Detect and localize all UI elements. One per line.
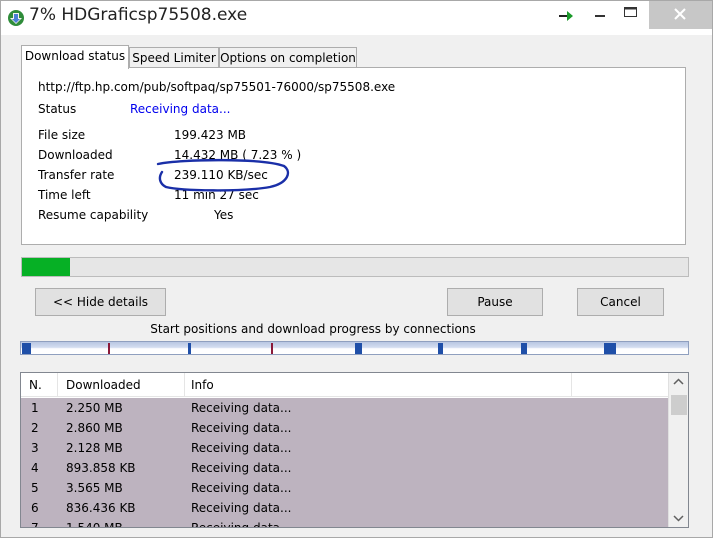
connection-number: 4 xyxy=(31,461,39,475)
maximize-icon xyxy=(624,7,637,17)
tab-options-on-completion[interactable]: Options on completion xyxy=(219,47,357,68)
file-size-value: 199.423 MB xyxy=(174,128,247,142)
cancel-button[interactable]: Cancel xyxy=(577,288,664,316)
connection-marker xyxy=(438,343,443,354)
column-header-n[interactable]: N. xyxy=(29,373,42,397)
connection-number: 6 xyxy=(31,501,39,515)
list-item[interactable]: 7 1.540 MB Receiving data... xyxy=(21,518,668,528)
resume-capability-label: Resume capability xyxy=(38,208,149,222)
connection-number: 2 xyxy=(31,421,39,435)
connection-downloaded: 2.250 MB xyxy=(66,401,123,415)
connection-info: Receiving data... xyxy=(191,501,292,515)
window-title: 7% HDGraficsp75508.exe xyxy=(29,5,248,25)
column-divider[interactable] xyxy=(57,373,58,397)
connection-number: 7 xyxy=(31,521,39,528)
tab-label: Download status xyxy=(24,49,126,63)
progress-fill xyxy=(22,258,70,276)
arrow-button[interactable] xyxy=(553,1,579,29)
connection-marker xyxy=(188,343,191,354)
download-progress-bar xyxy=(21,257,689,277)
column-header-info[interactable]: Info xyxy=(191,373,214,397)
annotation-circle xyxy=(156,158,290,192)
connection-number: 1 xyxy=(31,401,39,415)
scroll-up-icon[interactable] xyxy=(669,373,688,391)
hide-details-button[interactable]: << Hide details xyxy=(35,288,166,316)
tab-download-status[interactable]: Download status xyxy=(21,45,129,69)
connection-number: 3 xyxy=(31,441,39,455)
download-arrow-icon xyxy=(8,10,24,26)
list-header: N. Downloaded Info xyxy=(21,373,668,397)
list-item[interactable]: 3 2.128 MB Receiving data... xyxy=(21,438,668,458)
column-header-downloaded[interactable]: Downloaded xyxy=(66,373,141,397)
connection-info: Receiving data... xyxy=(191,521,292,528)
status-value: Receiving data... xyxy=(130,102,231,116)
minimize-icon xyxy=(595,15,605,17)
list-item[interactable]: 2 2.860 MB Receiving data... xyxy=(21,418,668,438)
downloaded-label: Downloaded xyxy=(38,148,113,162)
connection-info: Receiving data... xyxy=(191,401,292,415)
list-item[interactable]: 1 2.250 MB Receiving data... xyxy=(21,398,668,418)
close-button[interactable] xyxy=(649,1,712,29)
connection-downloaded: 2.128 MB xyxy=(66,441,123,455)
connection-marker xyxy=(271,343,273,354)
connection-downloaded: 2.860 MB xyxy=(66,421,123,435)
list-item[interactable]: 5 3.565 MB Receiving data... xyxy=(21,478,668,498)
time-left-label: Time left xyxy=(38,188,91,202)
close-icon xyxy=(674,8,686,20)
transfer-rate-label: Transfer rate xyxy=(38,168,115,182)
download-status-panel: http://ftp.hp.com/pub/softpaq/sp75501-76… xyxy=(21,67,686,245)
title-bar[interactable]: 7% HDGraficsp75508.exe xyxy=(1,1,712,35)
list-scrollbar[interactable] xyxy=(668,373,688,527)
download-window: 7% HDGraficsp75508.exe Download status S… xyxy=(0,0,713,538)
tab-label: Speed Limiter xyxy=(132,51,216,65)
connection-info: Receiving data... xyxy=(191,461,292,475)
connection-marker xyxy=(22,343,31,354)
green-arrow-icon xyxy=(559,11,573,21)
connection-downloaded: 836.436 KB xyxy=(66,501,136,515)
status-label: Status xyxy=(38,102,77,116)
list-item[interactable]: 6 836.436 KB Receiving data... xyxy=(21,498,668,518)
connection-downloaded: 1.540 MB xyxy=(66,521,123,528)
connections-list[interactable]: N. Downloaded Info 1 2.250 MB Receiving da… xyxy=(20,372,689,528)
connection-marker xyxy=(521,343,527,354)
column-divider[interactable] xyxy=(184,373,185,397)
connection-marker xyxy=(108,343,110,354)
column-divider[interactable] xyxy=(571,373,572,397)
list-item[interactable]: 4 893.858 KB Receiving data... xyxy=(21,458,668,478)
list-rows: 1 2.250 MB Receiving data... 2 2.860 MB Recei… xyxy=(21,398,668,528)
download-url: http://ftp.hp.com/pub/softpaq/sp75501-76… xyxy=(38,80,396,94)
file-size-label: File size xyxy=(38,128,86,142)
connection-info: Receiving data... xyxy=(191,481,292,495)
maximize-button[interactable] xyxy=(617,1,643,29)
pause-button[interactable]: Pause xyxy=(447,288,543,316)
connection-number: 5 xyxy=(31,481,39,495)
connection-info: Receiving data... xyxy=(191,441,292,455)
connection-marker xyxy=(604,343,616,354)
scroll-down-icon[interactable] xyxy=(669,509,688,527)
connection-downloaded: 893.858 KB xyxy=(66,461,136,475)
resume-capability-value: Yes xyxy=(214,208,234,222)
tab-label: Options on completion xyxy=(220,51,356,65)
connections-progress-bar xyxy=(20,341,689,355)
scroll-thumb[interactable] xyxy=(671,395,687,415)
minimize-button[interactable] xyxy=(587,1,613,29)
tab-speed-limiter[interactable]: Speed Limiter xyxy=(129,47,219,68)
connections-label: Start positions and download progress by… xyxy=(150,322,476,336)
connection-info: Receiving data... xyxy=(191,421,292,435)
connection-downloaded: 3.565 MB xyxy=(66,481,123,495)
connection-marker xyxy=(355,343,362,354)
